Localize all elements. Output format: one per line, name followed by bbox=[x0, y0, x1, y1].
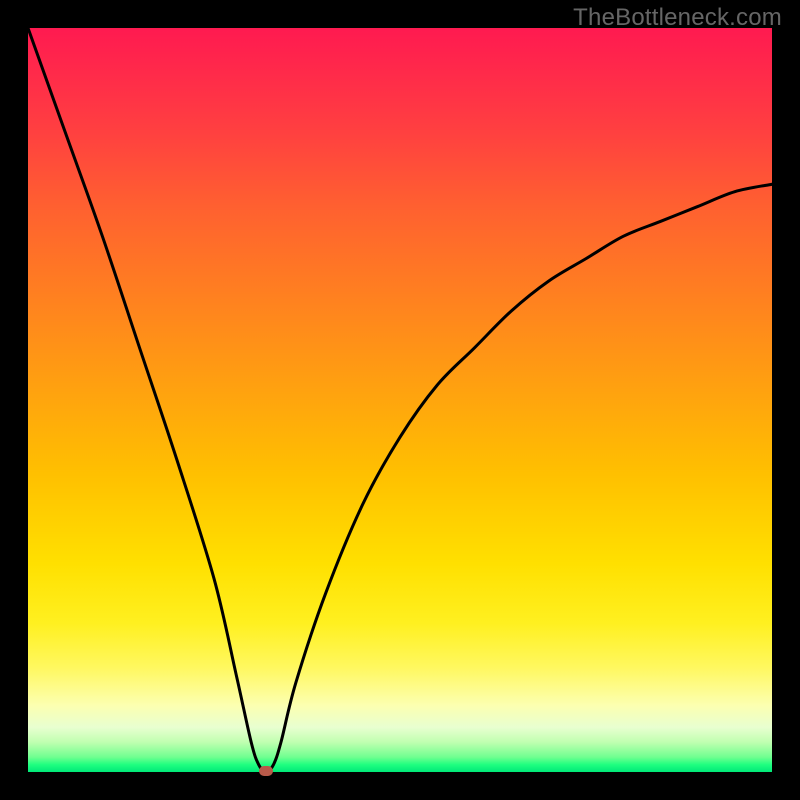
chart-plot-area bbox=[28, 28, 772, 772]
bottleneck-curve bbox=[28, 28, 772, 772]
watermark-text: TheBottleneck.com bbox=[573, 4, 782, 32]
optimal-point-marker bbox=[259, 766, 273, 776]
